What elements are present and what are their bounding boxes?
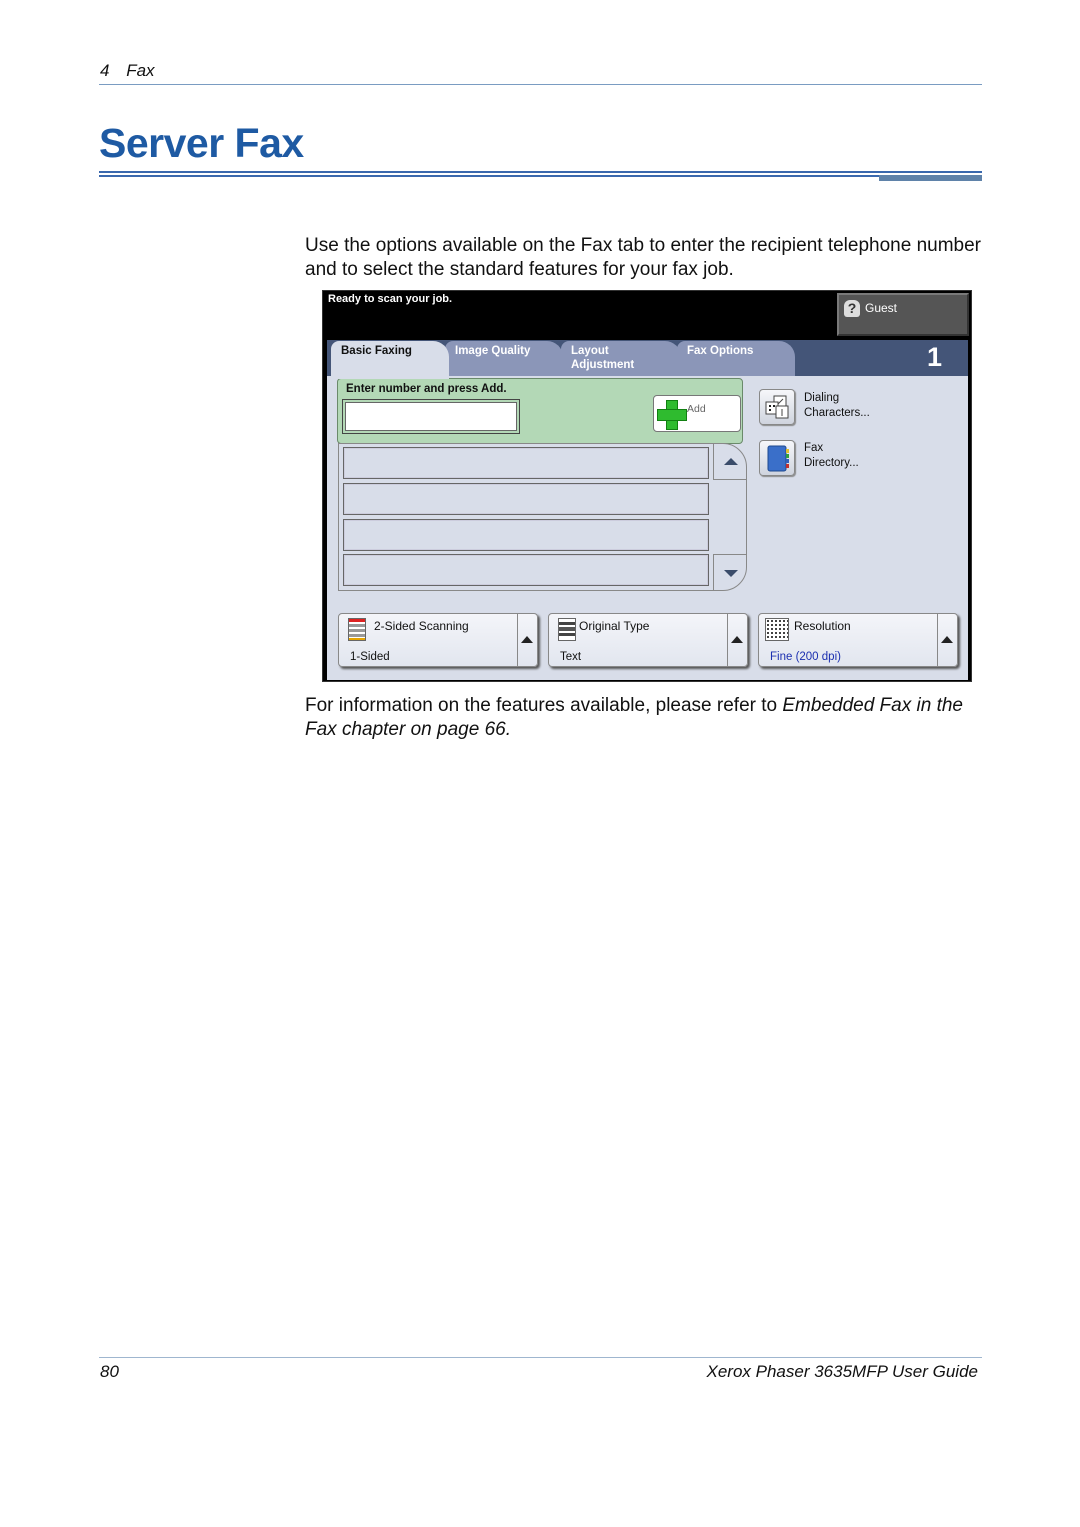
intro-paragraph: Use the options available on the Fax tab… (305, 235, 981, 280)
tab-fax-options[interactable]: Fax Options (677, 341, 795, 377)
label-line: Directory... (804, 457, 859, 469)
header-rule (99, 84, 982, 85)
recipient-list (338, 443, 747, 591)
guest-button[interactable]: ? Guest (837, 293, 969, 336)
original-type-button[interactable]: Original Type Text (548, 613, 748, 667)
closing-text: For information on the features availabl… (305, 695, 783, 716)
tab-label: Fax Options (687, 345, 754, 357)
title-rule-accent (879, 175, 982, 181)
tab-label: Image Quality (455, 345, 531, 357)
list-item[interactable] (343, 554, 709, 586)
add-button[interactable]: Add (653, 395, 741, 432)
tab-label: Layout Adjustment (571, 345, 635, 371)
running-header: 4 Fax (100, 61, 155, 81)
chapter-title: Fax (126, 61, 155, 80)
arrow-down-icon (724, 570, 738, 577)
dialing-characters-label: Dialing Characters... (804, 391, 870, 421)
green-plus-icon (657, 400, 687, 430)
list-item[interactable] (343, 483, 709, 515)
label-line: Dialing (804, 392, 840, 404)
guest-label: Guest (865, 301, 898, 315)
dialing-characters-icon (765, 395, 789, 419)
arrow-up-icon (724, 458, 738, 465)
feature-title: 2-Sided Scanning (374, 619, 469, 633)
tab-label: Basic Faxing (341, 345, 412, 357)
guide-title: Xerox Phaser 3635MFP User Guide (706, 1362, 979, 1381)
dialing-characters-button[interactable] (759, 389, 795, 425)
footer-rule (99, 1357, 982, 1358)
label-line: Characters... (804, 407, 870, 419)
page-title: Server Fax (99, 120, 304, 166)
tab-image-quality[interactable]: Image Quality (445, 341, 563, 377)
title-rule (99, 171, 982, 173)
feature-title: Original Type (579, 619, 650, 633)
closing-paragraph: For information on the features availabl… (305, 694, 995, 742)
fax-directory-label: Fax Directory... (804, 441, 859, 471)
list-item[interactable] (343, 519, 709, 551)
title-rule-secondary (99, 175, 879, 177)
number-entry-area: Enter number and press Add. Add (337, 378, 743, 444)
address-book-icon (767, 445, 789, 472)
feature-value: Text (560, 651, 582, 663)
fax-screen-screenshot: Ready to scan your job. ? Guest Basic Fa… (322, 290, 972, 682)
basic-faxing-panel: Enter number and press Add. Add Dialing … (327, 376, 968, 680)
scroll-down-button[interactable] (713, 554, 747, 591)
label-line: Fax (804, 442, 824, 454)
status-message: Ready to scan your job. (328, 293, 453, 305)
entry-label: Enter number and press Add. (346, 383, 507, 395)
fax-directory-button[interactable] (759, 440, 795, 476)
feature-options-arrow[interactable] (517, 614, 537, 666)
feature-options-arrow[interactable] (727, 614, 747, 666)
feature-value: 1-Sided (350, 651, 390, 663)
arrow-up-icon (941, 636, 953, 643)
scroll-up-button[interactable] (713, 444, 747, 480)
arrow-up-icon (731, 636, 743, 643)
add-label: Add (687, 403, 706, 415)
resolution-icon (765, 618, 789, 641)
feature-title: Resolution (794, 619, 851, 633)
list-item[interactable] (343, 447, 709, 479)
feature-options-arrow[interactable] (937, 614, 957, 666)
job-count: 1 (926, 342, 942, 372)
two-sided-scanning-icon (348, 618, 366, 641)
page-number: 80 (100, 1362, 119, 1381)
arrow-up-icon (521, 636, 533, 643)
resolution-button[interactable]: Resolution Fine (200 dpi) (758, 613, 958, 667)
tab-layout-adjustment[interactable]: Layout Adjustment (561, 341, 681, 377)
original-type-icon (558, 618, 576, 641)
tab-bar: Basic Faxing Image Quality Layout Adjust… (327, 340, 968, 379)
two-sided-scanning-button[interactable]: 2-Sided Scanning 1-Sided (338, 613, 538, 667)
chapter-number: 4 (100, 61, 110, 80)
feature-value: Fine (200 dpi) (770, 651, 841, 663)
help-question-icon: ? (844, 300, 860, 317)
tab-basic-faxing[interactable]: Basic Faxing (331, 341, 449, 379)
fax-number-input[interactable] (342, 399, 520, 434)
